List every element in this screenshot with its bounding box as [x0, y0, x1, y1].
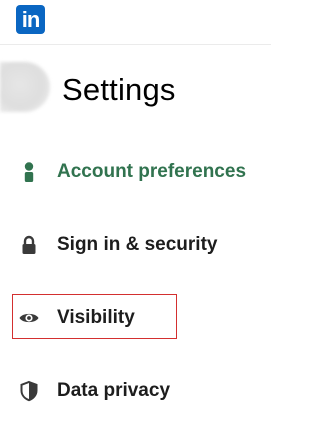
nav-item-label: Sign in & security — [57, 234, 218, 255]
lock-icon — [18, 234, 40, 256]
nav-item-label: Account preferences — [57, 161, 247, 182]
logo-text: in — [21, 7, 41, 32]
shield-icon — [18, 380, 40, 402]
nav-item-data-privacy[interactable]: Data privacy — [0, 370, 271, 410]
top-bar: in — [0, 0, 271, 45]
nav-item-account-preferences[interactable]: Account preferences — [0, 151, 271, 191]
highlight-box — [12, 294, 177, 339]
page-title: Settings — [62, 72, 176, 107]
settings-screen: in Settings Account preferences Sign in … — [0, 0, 271, 432]
person-icon — [18, 161, 40, 183]
avatar[interactable] — [0, 62, 50, 112]
linkedin-logo[interactable]: in — [16, 5, 45, 34]
nav-item-sign-in-security[interactable]: Sign in & security — [0, 224, 271, 264]
nav-item-label: Data privacy — [57, 380, 171, 401]
